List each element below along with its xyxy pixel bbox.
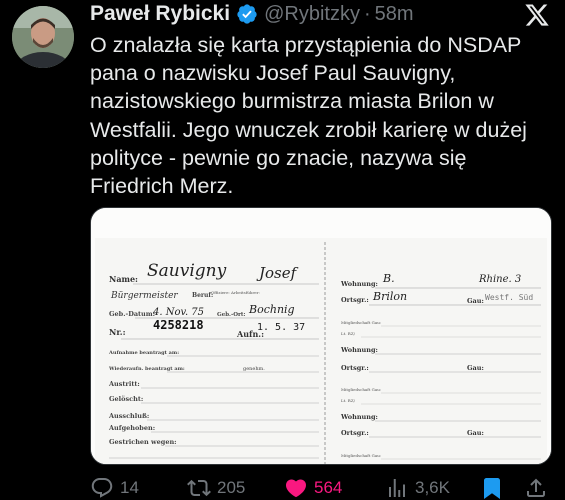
reply-button[interactable]: 14 [90,476,139,500]
right-block-label: Ortsgr.: [341,364,369,372]
member-number: 4258218 [153,318,204,332]
left-row: Ausschluß: [108,412,149,420]
right-small-row: Mitgliedschaft Gau: [341,453,381,458]
action-bar: 14 205 564 3,6K [90,476,550,500]
views-icon [389,479,405,497]
author-name[interactable]: Paweł Rybicki [90,2,230,26]
birth-label: Geb.-Datum: [109,310,155,318]
right-small-row: Mitgliedschaft Gau: [341,387,381,392]
author-handle[interactable]: @Rybitzky [264,3,360,26]
first-name-handwritten: Josef [256,264,299,282]
bookmark-button[interactable] [480,476,504,500]
right-block-label: Wohnung: [340,346,378,354]
right-small-row: Mitgliedschaft Gau: [341,320,381,325]
x-logo-icon[interactable] [524,2,550,28]
tweet-media-image[interactable]: Name: Sauvigny Josef Bürgermeister Beruf… [90,207,552,465]
right-ortsgr-label: Ortsgr.: [341,296,369,304]
like-heart-icon [285,479,307,498]
left-row-suffix: genehm. [243,366,265,372]
right-street: Rhine. 3 [478,274,521,285]
right-gau-label: Gau: [467,297,484,305]
right-block-label: Ortsgr.: [341,429,369,437]
membership-card: Name: Sauvigny Josef Bürgermeister Beruf… [91,208,551,464]
right-wohnung-label: Wohnung: [340,280,378,288]
repost-button[interactable]: 205 [187,476,245,500]
right-wohnung-value: B. [382,272,395,285]
bookmark-icon [484,478,500,499]
views-button[interactable]: 3,6K [385,476,450,500]
beruf-note: Offiziere: Arbeitsführer: [211,290,260,295]
tweet: Paweł Rybicki @Rybitzky · 58m O znalazła… [0,0,565,500]
tweet-header: Paweł Rybicki @Rybitzky · 58m [90,2,414,26]
reply-icon [91,478,113,498]
aufn-date: 1. 5. 37 [257,322,305,333]
left-row: Austritt: [108,380,140,388]
left-row: Gestrichen wegen: [109,438,177,446]
right-ortsgr-value: Brilon [372,290,407,303]
right-gau-value: Westf. Süd [485,293,533,302]
separator-dot: · [363,2,371,25]
share-icon [527,478,545,497]
left-row: Gelöscht: [109,395,143,403]
right-block-label: Gau: [467,429,484,437]
right-block-label: Gau: [467,364,484,372]
birth-date: 4. Nov. 75 [152,307,204,318]
left-row: Aufgehoben: [108,424,155,432]
tweet-text: O znalazła się karta przystąpienia do NS… [90,33,527,199]
avatar-photo [12,6,74,68]
views-count: 3,6K [415,478,450,497]
left-row: Wiederaufn. beantragt am: [108,366,185,372]
nr-label: Nr.: [109,327,126,337]
avatar[interactable] [12,6,74,68]
share-button[interactable] [524,476,548,500]
verified-badge-icon [236,3,258,25]
left-row: Aufnahme beantragt am: [108,350,179,356]
right-small-row: Lt. RZ/ [341,331,356,336]
birthplace-label: Geb.-Ort: [217,312,246,318]
like-count: 564 [314,478,343,497]
name-label: Name: [109,274,138,284]
timestamp[interactable]: 58m [375,3,414,26]
repost-count: 205 [217,478,246,497]
reply-count: 14 [120,478,139,497]
occupation-handwritten: Bürgermeister [110,291,178,301]
repost-icon [187,479,211,497]
right-small-row: Lt. RZ/ [341,398,356,403]
surname-handwritten: Sauvigny [147,261,227,281]
birthplace: Bochnig [248,303,295,316]
like-button[interactable]: 564 [284,476,342,500]
right-block-label: Wohnung: [340,413,378,421]
